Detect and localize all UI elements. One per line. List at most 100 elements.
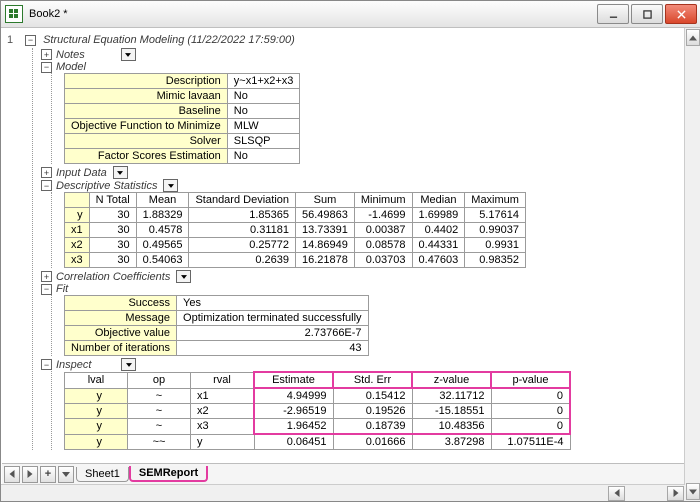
collapse-icon[interactable]: − (41, 284, 52, 295)
model-header[interactable]: − Model (41, 61, 679, 73)
collapse-icon[interactable]: − (41, 180, 52, 191)
descriptive-cell: 0.2639 (189, 253, 296, 268)
horizontal-scrollbar[interactable] (1, 484, 685, 501)
inspect-cell: y (191, 434, 255, 450)
inspect-cell: 10.48356 (412, 419, 491, 435)
chevron-down-icon[interactable] (121, 48, 136, 61)
chevron-down-icon[interactable] (163, 179, 178, 192)
tab-sheet1[interactable]: Sheet1 (76, 467, 129, 482)
descriptive-col-header: Mean (136, 193, 189, 208)
maximize-button[interactable] (631, 4, 663, 24)
inspect-cell: 0.15412 (333, 388, 412, 404)
tab-add[interactable]: + (40, 466, 56, 483)
descriptive-cell: -1.4699 (354, 208, 412, 223)
report-pane[interactable]: 1 − Structural Equation Modeling (11/22/… (1, 28, 685, 485)
descriptive-cell: 30 (89, 223, 136, 238)
inspect-col-header: Std. Err (333, 372, 412, 388)
collapse-root[interactable]: − (25, 35, 36, 46)
model-row-label: Description (65, 74, 228, 89)
model-table: Descriptiony~x1+x2+x3Mimic lavaanNoBasel… (64, 73, 300, 164)
inspect-header[interactable]: − Inspect (41, 358, 679, 371)
descriptive-col-header: Median (412, 193, 465, 208)
descriptive-row-label: x1 (65, 223, 90, 238)
tab-nav-next[interactable] (22, 466, 38, 483)
collapse-icon[interactable]: − (41, 359, 52, 370)
inspect-cell: 1.96452 (254, 419, 333, 435)
inspect-cell: 0.18739 (333, 419, 412, 435)
descriptive-cell: 0.03703 (354, 253, 412, 268)
descriptive-header[interactable]: − Descriptive Statistics (41, 179, 679, 192)
workbook-icon (5, 5, 23, 23)
model-row-value: No (227, 149, 300, 164)
model-row-value: No (227, 89, 300, 104)
inspect-col-header: Estimate (254, 372, 333, 388)
model-row-label: Solver (65, 134, 228, 149)
fit-row-label: Success (65, 296, 177, 311)
tab-semreport[interactable]: SEMReport (129, 466, 208, 482)
descriptive-cell: 56.49863 (296, 208, 355, 223)
fit-row-value: Optimization terminated successfully (177, 311, 369, 326)
scroll-up-icon[interactable] (686, 29, 700, 46)
descriptive-cell: 14.86949 (296, 238, 355, 253)
model-row-label: Mimic lavaan (65, 89, 228, 104)
tab-menu[interactable] (58, 466, 74, 483)
descriptive-cell: 30 (89, 253, 136, 268)
chevron-down-icon[interactable] (176, 270, 191, 283)
inspect-col-header: lval (65, 372, 128, 388)
inspect-cell: -15.18551 (412, 404, 491, 419)
inspect-cell: y (65, 388, 128, 404)
inspect-cell: 0 (491, 388, 570, 404)
close-button[interactable] (665, 4, 697, 24)
descriptive-col-header: Standard Deviation (189, 193, 296, 208)
inspect-cell: 3.87298 (412, 434, 491, 450)
expand-icon[interactable]: + (41, 49, 52, 60)
scroll-left-icon[interactable] (608, 486, 625, 501)
descriptive-cell: 1.88329 (136, 208, 189, 223)
descriptive-col-header: Sum (296, 193, 355, 208)
descriptive-cell: 0.98352 (465, 253, 526, 268)
expand-icon[interactable]: + (41, 167, 52, 178)
inspect-cell: x2 (191, 404, 255, 419)
inspect-table: lvaloprvalEstimateStd. Errz-valuep-value… (64, 371, 571, 450)
descriptive-cell: 0.9931 (465, 238, 526, 253)
inspect-cell: 0.01666 (333, 434, 412, 450)
descriptive-cell: 0.54063 (136, 253, 189, 268)
descriptive-cell: 30 (89, 208, 136, 223)
inspect-cell: 32.11712 (412, 388, 491, 404)
descriptive-cell: 13.73391 (296, 223, 355, 238)
input-data-header[interactable]: + Input Data (41, 166, 679, 179)
descriptive-cell: 5.17614 (465, 208, 526, 223)
notes-header[interactable]: + Notes (41, 48, 679, 61)
chevron-down-icon[interactable] (113, 166, 128, 179)
correlation-header[interactable]: + Correlation Coefficients (41, 270, 679, 283)
vertical-scrollbar[interactable] (684, 28, 700, 501)
inspect-col-header: z-value (412, 372, 491, 388)
title-bar[interactable]: Book2 * (1, 1, 700, 28)
model-row-value: No (227, 104, 300, 119)
scroll-right-icon[interactable] (667, 486, 684, 501)
tab-nav-prev[interactable] (4, 466, 20, 483)
descriptive-cell: 1.69989 (412, 208, 465, 223)
fit-row-value: 2.73766E-7 (177, 326, 369, 341)
descriptive-cell: 0.47603 (412, 253, 465, 268)
fit-header[interactable]: − Fit (41, 283, 679, 295)
window-title: Book2 * (29, 8, 597, 20)
descriptive-cell: 0.08578 (354, 238, 412, 253)
chevron-down-icon[interactable] (121, 358, 136, 371)
inspect-cell: x3 (191, 419, 255, 435)
scroll-down-icon[interactable] (686, 483, 700, 500)
descriptive-cell: 0.44331 (412, 238, 465, 253)
collapse-icon[interactable]: − (41, 62, 52, 73)
inspect-cell: 0 (491, 419, 570, 435)
inspect-cell: ~ (128, 419, 191, 435)
sheet-tab-bar: + Sheet1 SEMReport (2, 463, 684, 484)
expand-icon[interactable]: + (41, 271, 52, 282)
model-row-label: Factor Scores Estimation (65, 149, 228, 164)
fit-row-label: Objective value (65, 326, 177, 341)
inspect-col-header: rval (191, 372, 255, 388)
descriptive-cell: 30 (89, 238, 136, 253)
descriptive-cell: 0.25772 (189, 238, 296, 253)
model-row-label: Baseline (65, 104, 228, 119)
minimize-button[interactable] (597, 4, 629, 24)
inspect-cell: 0 (491, 404, 570, 419)
